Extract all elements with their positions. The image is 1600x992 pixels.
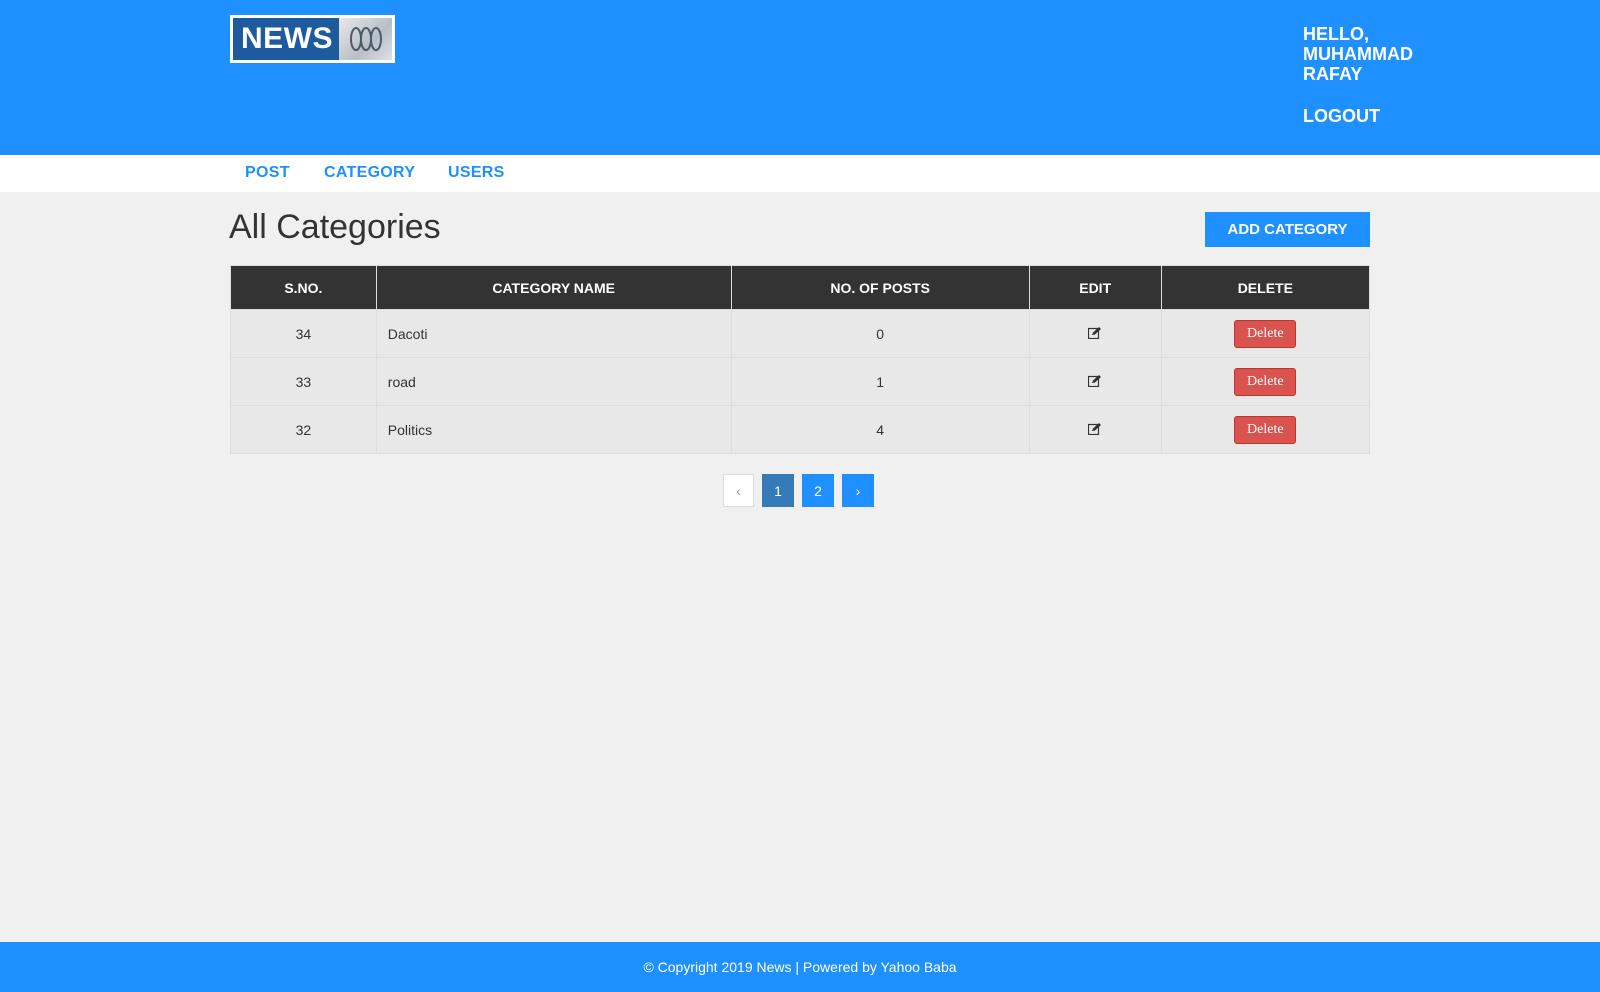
col-sno: S.NO. xyxy=(230,265,377,310)
row-posts: 0 xyxy=(730,309,1030,358)
pagination: ‹ 1 2 › xyxy=(723,474,882,507)
nav-users[interactable]: USERS xyxy=(448,164,505,182)
row-category-name: Dacoti xyxy=(375,309,732,358)
news-logo[interactable]: NEWS xyxy=(230,15,395,63)
user-greeting: HELLO, MUHAMMAD RAFAY xyxy=(1303,24,1413,84)
page-title: All Categories xyxy=(229,208,441,246)
edit-icon[interactable] xyxy=(1088,326,1102,339)
footer-text: © Copyright 2019 News | Powered by Yahoo… xyxy=(643,959,957,975)
col-edit: EDIT xyxy=(1028,265,1162,310)
col-posts: NO. OF POSTS xyxy=(730,265,1030,310)
nav-post[interactable]: POST xyxy=(245,164,290,182)
pagination-page-1[interactable]: 1 xyxy=(762,474,794,507)
table-row: 34 Dacoti 0 Delete xyxy=(230,309,1371,358)
row-category-name: road xyxy=(375,357,732,406)
row-edit-cell xyxy=(1028,357,1162,406)
logo-mark xyxy=(339,18,392,60)
col-delete: DELETE xyxy=(1160,265,1371,310)
nav-category[interactable]: CATEGORY xyxy=(324,164,415,182)
row-delete-cell: Delete xyxy=(1160,405,1371,454)
edit-icon[interactable] xyxy=(1088,374,1102,387)
pagination-page-2[interactable]: 2 xyxy=(802,474,834,507)
logo-word: NEWS xyxy=(233,18,339,60)
row-edit-cell xyxy=(1028,309,1162,358)
row-posts: 1 xyxy=(730,357,1030,406)
table-row: 33 road 1 Delete xyxy=(230,357,1371,406)
row-delete-cell: Delete xyxy=(1160,309,1371,358)
row-category-name: Politics xyxy=(375,405,732,454)
add-category-button[interactable]: ADD CATEGORY xyxy=(1205,212,1370,247)
row-sno: 32 xyxy=(230,405,377,454)
categories-table: S.NO. CATEGORY NAME NO. OF POSTS EDIT DE… xyxy=(230,265,1371,454)
col-category-name: CATEGORY NAME xyxy=(375,265,732,310)
delete-button[interactable]: Delete xyxy=(1234,319,1297,348)
row-sno: 33 xyxy=(230,357,377,406)
table-header-row: S.NO. CATEGORY NAME NO. OF POSTS EDIT DE… xyxy=(230,265,1371,310)
table-row: 32 Politics 4 Delete xyxy=(230,405,1371,454)
logout-link[interactable]: LOGOUT xyxy=(1303,106,1380,127)
edit-icon[interactable] xyxy=(1088,422,1102,435)
site-header: NEWS HELLO, MUHAMMAD RAFAY LOGOUT xyxy=(0,0,1600,155)
delete-button[interactable]: Delete xyxy=(1234,367,1297,396)
pagination-prev[interactable]: ‹ xyxy=(723,474,754,507)
site-footer: © Copyright 2019 News | Powered by Yahoo… xyxy=(0,942,1600,992)
admin-menu: POST CATEGORY USERS xyxy=(0,155,1600,192)
row-delete-cell: Delete xyxy=(1160,357,1371,406)
row-sno: 34 xyxy=(230,309,377,358)
row-posts: 4 xyxy=(730,405,1030,454)
delete-button[interactable]: Delete xyxy=(1234,415,1297,444)
row-edit-cell xyxy=(1028,405,1162,454)
pagination-next[interactable]: › xyxy=(842,474,874,507)
